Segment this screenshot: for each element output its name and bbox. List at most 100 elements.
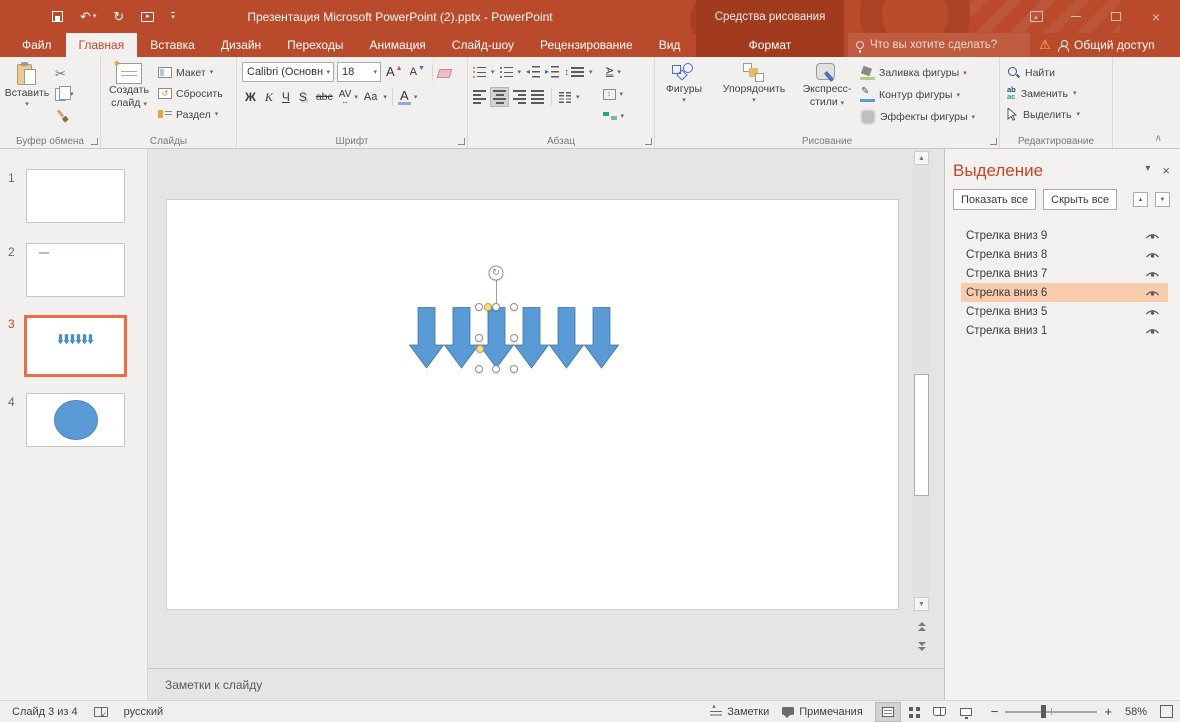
save-button[interactable] [52, 11, 63, 22]
align-right-button[interactable] [513, 90, 526, 104]
align-text-button[interactable]: ↕ ▾ [601, 84, 627, 104]
tab-design[interactable]: Дизайн [208, 33, 274, 57]
scrollbar-thumb[interactable] [914, 374, 929, 496]
language-indicator[interactable]: русский [124, 706, 163, 718]
ribbon-display-options-button[interactable]: ▴ [1016, 0, 1056, 33]
adjust-handle[interactable] [476, 345, 484, 353]
dialog-launcher-icon[interactable] [990, 138, 997, 145]
shape-effects-button[interactable]: Эффекты фигуры ▾ [858, 107, 977, 127]
numbering-button[interactable] [499, 66, 513, 78]
tab-file[interactable]: Файл [8, 33, 66, 57]
chevron-down-icon[interactable]: ▾ [93, 13, 97, 20]
resize-handle-sw[interactable] [475, 365, 483, 373]
font-color-button[interactable]: А [397, 89, 411, 105]
bring-forward-button[interactable]: ▲ [1133, 192, 1148, 207]
shape-list-item-selected[interactable]: Стрелка вниз 6 [961, 283, 1168, 302]
layout-button[interactable]: Макет ▾ [156, 62, 225, 83]
zoom-slider-thumb[interactable] [1041, 705, 1047, 718]
grow-font-button[interactable]: А ▲ [384, 64, 405, 80]
spellcheck-icon[interactable] [93, 706, 108, 719]
show-all-button[interactable]: Показать все [953, 189, 1037, 210]
align-center-button[interactable] [490, 87, 509, 107]
increase-indent-button[interactable] [545, 66, 560, 78]
scroll-down-button[interactable]: ▼ [914, 597, 929, 611]
slideshow-view-button[interactable] [954, 703, 978, 721]
scroll-up-button[interactable]: ▲ [914, 151, 929, 165]
bold-button[interactable]: Ж [242, 88, 259, 106]
share-button[interactable]: Общий доступ [1058, 33, 1155, 57]
convert-smartart-button[interactable]: ▾ [601, 106, 627, 126]
slide-preview[interactable] [26, 243, 125, 297]
reading-view-button[interactable] [928, 703, 952, 721]
cut-button[interactable]: ✂ [53, 63, 76, 84]
shape-list-item[interactable]: Стрелка вниз 8 [961, 245, 1168, 264]
decrease-indent-button[interactable] [526, 66, 541, 78]
resize-handle-s[interactable] [492, 365, 500, 373]
resize-handle-n[interactable] [492, 303, 500, 311]
shrink-font-button[interactable]: А ▼ [408, 64, 427, 80]
tab-home[interactable]: Главная [65, 33, 138, 57]
minimize-button[interactable] [1056, 0, 1096, 33]
redo-button[interactable]: ↻ [113, 10, 124, 23]
tab-insert[interactable]: Вставка [137, 33, 208, 57]
arrange-button[interactable]: Упорядочить ▾ [712, 59, 796, 132]
comments-toggle-button[interactable]: Примечания [782, 706, 863, 718]
zoom-slider[interactable] [1005, 705, 1098, 718]
pane-close-icon[interactable]: × [1162, 163, 1170, 178]
resize-handle-nw[interactable] [475, 303, 483, 311]
previous-slide-button[interactable] [913, 618, 930, 634]
zoom-in-button[interactable]: + [1104, 705, 1112, 718]
change-case-button[interactable]: Aa [361, 88, 380, 106]
new-slide-button[interactable]: Создать слайд ▾ [102, 57, 156, 132]
slide-canvas[interactable]: ↻ [166, 199, 899, 610]
visibility-eye-icon[interactable] [1145, 269, 1160, 278]
bullets-button[interactable] [473, 66, 486, 78]
hide-all-button[interactable]: Скрыть все [1043, 189, 1118, 210]
underline-button[interactable]: Ч [279, 88, 293, 106]
shape-list-item[interactable]: Стрелка вниз 1 [961, 321, 1168, 340]
visibility-eye-icon[interactable] [1145, 231, 1160, 240]
tab-slideshow[interactable]: Слайд-шоу [439, 33, 527, 57]
tab-view[interactable]: Вид [646, 33, 694, 57]
resize-handle-ne[interactable] [510, 303, 518, 311]
shape-list-item[interactable]: Стрелка вниз 9 [961, 226, 1168, 245]
resize-handle-w[interactable] [475, 334, 483, 342]
resize-handle-e[interactable] [510, 334, 518, 342]
italic-button[interactable]: К [262, 88, 276, 106]
adjust-handle[interactable] [484, 303, 492, 311]
font-size-combo[interactable]: 18 ▾ [337, 62, 381, 82]
slide-preview[interactable] [24, 315, 127, 377]
reset-button[interactable]: ↺ Сбросить [156, 83, 225, 104]
resize-handle-se[interactable] [510, 365, 518, 373]
vertical-scrollbar[interactable]: ▲ ▼ [913, 150, 930, 612]
slide-sorter-view-button[interactable] [902, 703, 926, 721]
strikethrough-button[interactable]: abc [313, 88, 336, 106]
shape-list-item[interactable]: Стрелка вниз 5 [961, 302, 1168, 321]
zoom-out-button[interactable]: − [991, 705, 999, 718]
shape-list-item[interactable]: Стрелка вниз 7 [961, 264, 1168, 283]
justify-button[interactable] [531, 90, 544, 104]
find-button[interactable]: Найти [1001, 61, 1111, 82]
select-button[interactable]: Выделить ▾ [1001, 103, 1111, 124]
text-shadow-button[interactable]: S [296, 88, 310, 106]
visibility-eye-icon[interactable] [1145, 307, 1160, 316]
notes-toggle-button[interactable]: Заметки [710, 702, 769, 718]
replace-button[interactable]: ab ac Заменить ▾ [1001, 82, 1111, 103]
normal-view-button[interactable] [874, 701, 901, 722]
next-slide-button[interactable] [913, 638, 930, 654]
pane-menu-icon[interactable]: ▾ [1145, 163, 1150, 178]
copy-button[interactable]: ▾ [53, 84, 76, 105]
collapse-ribbon-button[interactable]: ∧ [1155, 133, 1162, 144]
visibility-eye-icon[interactable] [1145, 326, 1160, 335]
paste-button[interactable]: Вставить ▾ [1, 59, 53, 132]
rotation-handle[interactable]: ↻ [488, 265, 504, 281]
slide-indicator[interactable]: Слайд 3 из 4 [12, 706, 78, 718]
text-direction-button[interactable]: А‖ ▾ [601, 62, 627, 82]
restore-button[interactable] [1096, 0, 1136, 33]
shape-fill-button[interactable]: Заливка фигуры ▾ [858, 63, 977, 83]
clear-formatting-button[interactable] [436, 69, 453, 78]
line-spacing-button[interactable]: ↕ [564, 67, 585, 78]
start-slideshow-button[interactable]: ▸ [141, 11, 155, 22]
fit-slide-to-window-button[interactable] [1160, 705, 1173, 718]
zoom-level[interactable]: 58% [1125, 706, 1147, 718]
